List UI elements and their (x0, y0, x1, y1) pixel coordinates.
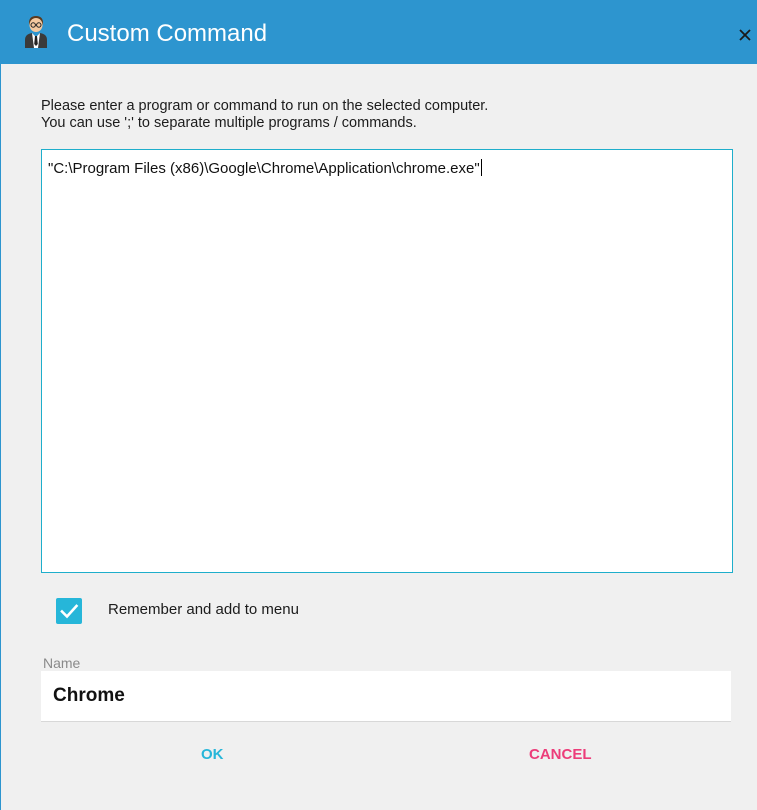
remember-label[interactable]: Remember and add to menu (108, 601, 299, 619)
dialog-title: Custom Command (67, 20, 268, 47)
user-agent-icon (23, 14, 49, 48)
close-icon[interactable] (734, 24, 754, 44)
name-input[interactable] (53, 685, 703, 707)
title-bar: Custom Command (1, 0, 757, 64)
custom-command-dialog: Custom Command Please enter a program or… (0, 0, 757, 810)
checkmark-icon (60, 604, 79, 619)
command-value: "C:\Program Files (x86)\Google\Chrome\Ap… (48, 160, 480, 177)
instructions-line-1: Please enter a program or command to run… (41, 98, 489, 114)
instructions: Please enter a program or command to run… (41, 98, 488, 132)
name-field-label: Name (43, 655, 81, 671)
cancel-button[interactable]: CANCEL (529, 745, 592, 765)
instructions-line-2: You can use ';' to separate multiple pro… (41, 115, 417, 131)
text-caret (480, 159, 482, 176)
command-text[interactable]: "C:\Program Files (x86)\Google\Chrome\Ap… (48, 159, 482, 178)
command-input[interactable]: "C:\Program Files (x86)\Google\Chrome\Ap… (41, 149, 733, 573)
ok-button[interactable]: OK (201, 745, 224, 765)
remember-checkbox[interactable] (56, 598, 82, 624)
name-field[interactable] (41, 671, 731, 722)
